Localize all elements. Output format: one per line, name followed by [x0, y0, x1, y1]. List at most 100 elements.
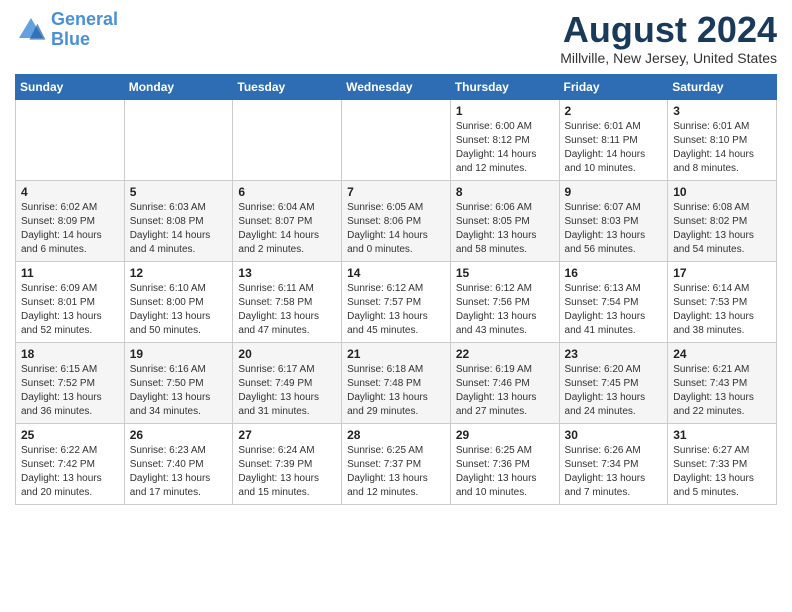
day-info: Sunrise: 6:16 AM Sunset: 7:50 PM Dayligh… — [130, 363, 228, 419]
calendar-cell — [233, 99, 342, 180]
day-info: Sunrise: 6:22 AM Sunset: 7:42 PM Dayligh… — [21, 444, 119, 500]
day-number: 2 — [565, 104, 663, 118]
calendar-week-3: 11 Sunrise: 6:09 AM Sunset: 8:01 PM Dayli… — [16, 261, 777, 342]
calendar-cell: 29 Sunrise: 6:25 AM Sunset: 7:36 PM Dayli… — [450, 423, 559, 504]
calendar-week-1: 1 Sunrise: 6:00 AM Sunset: 8:12 PM Daylig… — [16, 99, 777, 180]
calendar-week-5: 25 Sunrise: 6:22 AM Sunset: 7:42 PM Dayli… — [16, 423, 777, 504]
calendar-cell — [124, 99, 233, 180]
calendar-cell: 17Sunrise: 6:14 AM Sunset: 7:53 PM Dayli… — [668, 261, 777, 342]
day-info: Sunrise: 6:15 AM Sunset: 7:52 PM Dayligh… — [21, 363, 119, 419]
calendar-cell: 22Sunrise: 6:19 AM Sunset: 7:46 PM Dayli… — [450, 342, 559, 423]
day-info: Sunrise: 6:10 AM Sunset: 8:00 PM Dayligh… — [130, 282, 228, 338]
day-info: Sunrise: 6:05 AM Sunset: 8:06 PM Dayligh… — [347, 201, 445, 257]
day-info: Sunrise: 6:17 AM Sunset: 7:49 PM Dayligh… — [238, 363, 336, 419]
day-number: 7 — [347, 185, 445, 199]
day-info: Sunrise: 6:26 AM Sunset: 7:34 PM Dayligh… — [565, 444, 663, 500]
calendar-cell: 2 Sunrise: 6:01 AM Sunset: 8:11 PM Daylig… — [559, 99, 668, 180]
day-info: Sunrise: 6:09 AM Sunset: 8:01 PM Dayligh… — [21, 282, 119, 338]
calendar-week-4: 18 Sunrise: 6:15 AM Sunset: 7:52 PM Dayli… — [16, 342, 777, 423]
calendar-cell: 23 Sunrise: 6:20 AM Sunset: 7:45 PM Dayli… — [559, 342, 668, 423]
day-number: 30 — [565, 428, 663, 442]
day-number: 21 — [347, 347, 445, 361]
weekday-header-monday: Monday — [124, 74, 233, 99]
day-info: Sunrise: 6:12 AM Sunset: 7:56 PM Dayligh… — [456, 282, 554, 338]
day-info: Sunrise: 6:18 AM Sunset: 7:48 PM Dayligh… — [347, 363, 445, 419]
calendar-cell: 13 Sunrise: 6:11 AM Sunset: 7:58 PM Dayli… — [233, 261, 342, 342]
calendar-table: SundayMondayTuesdayWednesdayThursdayFrid… — [15, 74, 777, 505]
day-number: 5 — [130, 185, 228, 199]
logo-text: General Blue — [51, 10, 118, 50]
day-info: Sunrise: 6:04 AM Sunset: 8:07 PM Dayligh… — [238, 201, 336, 257]
day-number: 28 — [347, 428, 445, 442]
weekday-header-row: SundayMondayTuesdayWednesdayThursdayFrid… — [16, 74, 777, 99]
day-info: Sunrise: 6:13 AM Sunset: 7:54 PM Dayligh… — [565, 282, 663, 338]
day-info: Sunrise: 6:19 AM Sunset: 7:46 PM Dayligh… — [456, 363, 554, 419]
day-info: Sunrise: 6:00 AM Sunset: 8:12 PM Dayligh… — [456, 120, 554, 176]
calendar-cell — [16, 99, 125, 180]
day-info: Sunrise: 6:21 AM Sunset: 7:43 PM Dayligh… — [673, 363, 771, 419]
day-number: 14 — [347, 266, 445, 280]
day-number: 13 — [238, 266, 336, 280]
calendar-cell: 1 Sunrise: 6:00 AM Sunset: 8:12 PM Daylig… — [450, 99, 559, 180]
weekday-header-thursday: Thursday — [450, 74, 559, 99]
day-number: 1 — [456, 104, 554, 118]
calendar-cell: 28 Sunrise: 6:25 AM Sunset: 7:37 PM Dayli… — [342, 423, 451, 504]
day-number: 23 — [565, 347, 663, 361]
location: Millville, New Jersey, United States — [560, 50, 777, 66]
day-info: Sunrise: 6:14 AM Sunset: 7:53 PM Dayligh… — [673, 282, 771, 338]
weekday-header-friday: Friday — [559, 74, 668, 99]
day-number: 3 — [673, 104, 771, 118]
day-number: 25 — [21, 428, 119, 442]
day-info: Sunrise: 6:27 AM Sunset: 7:33 PM Dayligh… — [673, 444, 771, 500]
calendar-cell: 7 Sunrise: 6:05 AM Sunset: 8:06 PM Daylig… — [342, 180, 451, 261]
weekday-header-tuesday: Tuesday — [233, 74, 342, 99]
calendar-cell: 21 Sunrise: 6:18 AM Sunset: 7:48 PM Dayli… — [342, 342, 451, 423]
calendar-cell: 31 Sunrise: 6:27 AM Sunset: 7:33 PM Dayli… — [668, 423, 777, 504]
day-info: Sunrise: 6:23 AM Sunset: 7:40 PM Dayligh… — [130, 444, 228, 500]
day-info: Sunrise: 6:24 AM Sunset: 7:39 PM Dayligh… — [238, 444, 336, 500]
day-number: 9 — [565, 185, 663, 199]
day-number: 20 — [238, 347, 336, 361]
calendar-cell: 6Sunrise: 6:04 AM Sunset: 8:07 PM Daylig… — [233, 180, 342, 261]
weekday-header-saturday: Saturday — [668, 74, 777, 99]
calendar-cell: 14 Sunrise: 6:12 AM Sunset: 7:57 PM Dayli… — [342, 261, 451, 342]
day-info: Sunrise: 6:01 AM Sunset: 8:10 PM Dayligh… — [673, 120, 771, 176]
calendar-cell: 11 Sunrise: 6:09 AM Sunset: 8:01 PM Dayli… — [16, 261, 125, 342]
calendar-cell — [342, 99, 451, 180]
day-number: 26 — [130, 428, 228, 442]
day-info: Sunrise: 6:06 AM Sunset: 8:05 PM Dayligh… — [456, 201, 554, 257]
day-info: Sunrise: 6:11 AM Sunset: 7:58 PM Dayligh… — [238, 282, 336, 338]
calendar-cell: 5 Sunrise: 6:03 AM Sunset: 8:08 PM Daylig… — [124, 180, 233, 261]
day-number: 10 — [673, 185, 771, 199]
day-number: 19 — [130, 347, 228, 361]
day-number: 31 — [673, 428, 771, 442]
day-number: 11 — [21, 266, 119, 280]
day-number: 4 — [21, 185, 119, 199]
day-number: 8 — [456, 185, 554, 199]
month-title: August 2024 — [560, 10, 777, 50]
calendar-cell: 18 Sunrise: 6:15 AM Sunset: 7:52 PM Dayli… — [16, 342, 125, 423]
day-info: Sunrise: 6:12 AM Sunset: 7:57 PM Dayligh… — [347, 282, 445, 338]
calendar-cell: 24 Sunrise: 6:21 AM Sunset: 7:43 PM Dayli… — [668, 342, 777, 423]
logo-icon — [15, 14, 47, 46]
day-info: Sunrise: 6:08 AM Sunset: 8:02 PM Dayligh… — [673, 201, 771, 257]
day-number: 18 — [21, 347, 119, 361]
calendar-cell: 26 Sunrise: 6:23 AM Sunset: 7:40 PM Dayli… — [124, 423, 233, 504]
calendar-cell: 30 Sunrise: 6:26 AM Sunset: 7:34 PM Dayli… — [559, 423, 668, 504]
day-info: Sunrise: 6:25 AM Sunset: 7:36 PM Dayligh… — [456, 444, 554, 500]
day-number: 27 — [238, 428, 336, 442]
day-info: Sunrise: 6:20 AM Sunset: 7:45 PM Dayligh… — [565, 363, 663, 419]
day-info: Sunrise: 6:02 AM Sunset: 8:09 PM Dayligh… — [21, 201, 119, 257]
day-info: Sunrise: 6:01 AM Sunset: 8:11 PM Dayligh… — [565, 120, 663, 176]
day-number: 24 — [673, 347, 771, 361]
day-info: Sunrise: 6:03 AM Sunset: 8:08 PM Dayligh… — [130, 201, 228, 257]
day-number: 12 — [130, 266, 228, 280]
weekday-header-wednesday: Wednesday — [342, 74, 451, 99]
calendar-cell: 10 Sunrise: 6:08 AM Sunset: 8:02 PM Dayli… — [668, 180, 777, 261]
calendar-cell: 27 Sunrise: 6:24 AM Sunset: 7:39 PM Dayli… — [233, 423, 342, 504]
day-number: 29 — [456, 428, 554, 442]
calendar-body: 1 Sunrise: 6:00 AM Sunset: 8:12 PM Daylig… — [16, 99, 777, 504]
day-number: 16 — [565, 266, 663, 280]
calendar-cell: 16 Sunrise: 6:13 AM Sunset: 7:54 PM Dayli… — [559, 261, 668, 342]
day-info: Sunrise: 6:25 AM Sunset: 7:37 PM Dayligh… — [347, 444, 445, 500]
